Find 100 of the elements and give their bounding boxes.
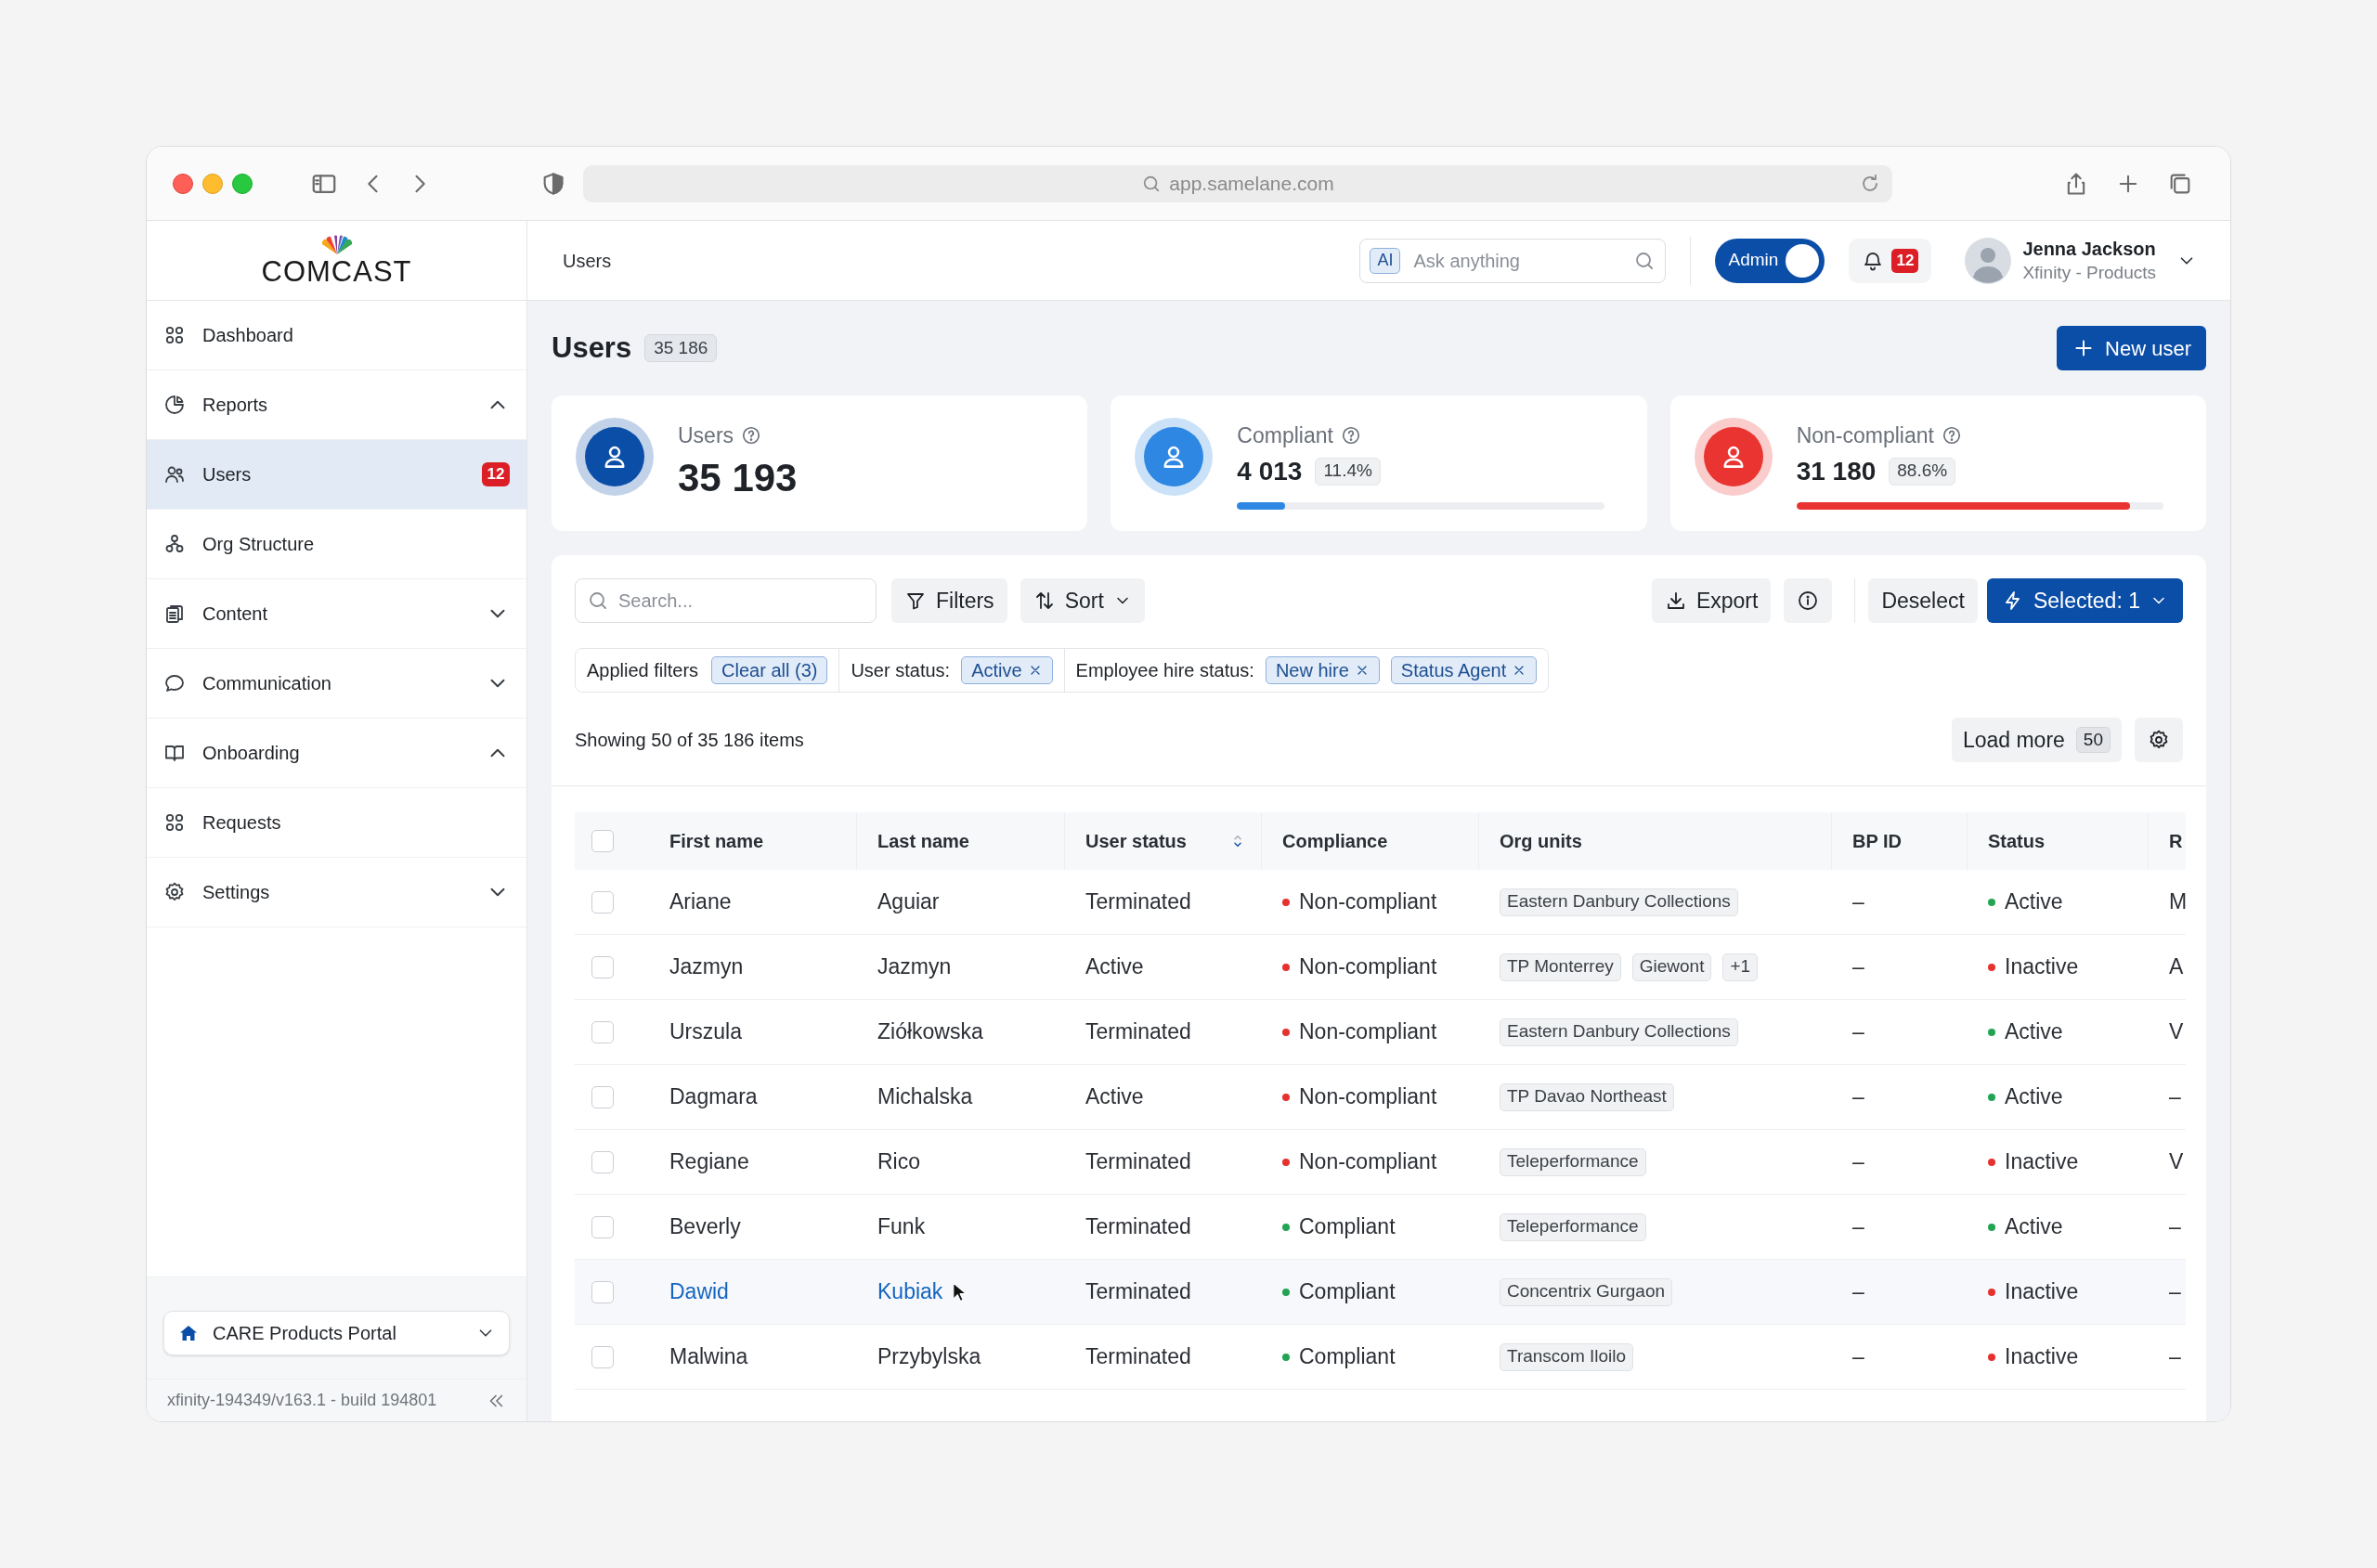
row-checkbox[interactable] [591,955,614,978]
column-header[interactable]: First name [669,827,764,855]
compliance-cell-text: Non-compliant [1299,1018,1437,1046]
column-header[interactable]: Last name [877,827,969,855]
table-cell-text: M [2169,888,2186,916]
search-field[interactable]: Search... [575,578,877,623]
admin-toggle[interactable]: Admin [1715,238,1825,283]
first-name-cell[interactable]: Regiane [669,1146,749,1178]
maximize-window-button[interactable] [232,173,253,194]
bp-id-cell-text: – [1852,1213,1864,1241]
compliance-cell-text: Compliant [1299,1278,1396,1306]
help-icon[interactable] [741,425,762,447]
notifications-button[interactable]: 12 [1849,238,1932,283]
breadcrumb: Users [563,249,612,273]
last-name-cell[interactable]: Aguiar [877,886,940,918]
ask-anything-field[interactable]: AI Ask anything [1359,238,1667,283]
row-checkbox[interactable] [591,1280,614,1303]
status-cell-text: Active [2005,1018,2063,1046]
stat-value: 31 180 [1796,455,1877,487]
status-cell-text: Inactive [2005,1343,2079,1371]
column-header[interactable]: Org units [1500,827,1582,855]
first-name-cell[interactable]: Beverly [669,1211,741,1243]
user-status-cell-text: Active [1085,953,1144,981]
ask-anything-field[interactable]: Ask anything [1413,246,1621,275]
info-icon [1797,590,1820,612]
first-name-cell[interactable]: Dagmara [669,1081,758,1113]
first-name-cell[interactable]: Urszula [669,1016,742,1048]
bp-id-cell-text: – [1852,1278,1864,1306]
export-button[interactable]: Export [1651,578,1772,623]
status-cell-text: Inactive [2005,1278,2079,1306]
row-checkbox[interactable] [591,1215,614,1238]
table-cell-text: – [2169,1213,2181,1241]
search-field[interactable]: Search... [618,587,864,615]
deselect-button[interactable]: Deselect [1868,578,1978,623]
user-organization: Xfinity - Products [2022,261,2156,284]
pie-chart-icon [163,394,186,416]
column-header[interactable]: Compliance [1282,827,1388,855]
column-header[interactable]: Status [1988,827,2046,855]
minimize-window-button[interactable] [202,173,223,194]
user-name: Jenna Jackson [2022,237,2156,261]
info-button[interactable] [1784,578,1833,623]
status-cell-text: Inactive [2005,953,2079,981]
row-checkbox[interactable] [591,1150,614,1173]
row-checkbox[interactable] [591,1345,614,1368]
settings-icon [163,881,186,903]
stat-title: Non-compliant [1796,422,1934,449]
portal-select[interactable]: CARE Products Portal [163,1311,510,1355]
filter-chip[interactable]: New hire [1265,656,1380,684]
org-unit-tag: Transcom Iloilo [1500,1342,1634,1371]
last-name-cell[interactable]: Michalska [877,1081,973,1113]
filter-chip[interactable]: Active [961,656,1053,684]
sort-button[interactable]: Sort [1020,578,1145,623]
first-name-cell[interactable]: Dawid [669,1276,729,1308]
column-header[interactable]: R [2169,827,2183,855]
load-more-button[interactable]: Load more 50 [1951,718,2122,762]
last-name-cell[interactable]: Kubiak [877,1276,943,1308]
compliance-cell-text: Non-compliant [1299,953,1437,981]
table-cell-text: – [2169,1278,2181,1306]
last-name-cell[interactable]: Jazmyn [877,951,952,983]
bp-id-cell-text: – [1852,1083,1864,1111]
column-header[interactable]: BP ID [1852,827,1902,855]
column-settings-button[interactable] [2135,718,2183,762]
last-name-cell[interactable]: Rico [877,1146,920,1178]
avatar[interactable] [1965,237,2012,284]
select-all-checkbox[interactable] [591,830,614,852]
items-count-text: Showing 50 of 35 186 items [575,729,804,752]
row-checkbox[interactable] [591,1020,614,1043]
help-icon[interactable] [1941,425,1962,447]
version-label: xfinity-194349/v163.1 - build 194801 [167,1390,437,1411]
row-checkbox[interactable] [591,890,614,914]
first-name-cell[interactable]: Malwina [669,1341,748,1373]
count-badge: 12 [482,462,510,486]
row-checkbox[interactable] [591,1085,614,1108]
clear-all-button[interactable]: Clear all (3) [711,656,828,684]
filters-button[interactable]: Filters [891,578,1007,623]
help-icon[interactable] [1340,425,1361,447]
compliance-cell-text: Compliant [1299,1213,1396,1241]
status-cell-text: Inactive [2005,1148,2079,1176]
first-name-cell[interactable]: Jazmyn [669,951,744,983]
percent-badge: 88.6% [1889,457,1956,486]
new-user-button[interactable]: New user [2057,326,2206,370]
selected-actions-button[interactable]: Selected: 1 [1986,578,2183,623]
grid-icon [163,811,186,834]
filter-chip[interactable]: Status Agent [1390,656,1538,684]
percent-badge: 11.4% [1315,457,1381,486]
close-window-button[interactable] [173,173,193,194]
stat-title: Compliant [1237,422,1333,449]
brand-logo: COMCAST [261,255,412,288]
sidebar-item[interactable]: Users 12 [147,440,526,510]
last-name-cell[interactable]: Przybylska [877,1341,981,1373]
settings-icon [2148,729,2170,751]
org-unit-tag: TP Davao Northeast [1500,1082,1674,1111]
user-status-cell-text: Terminated [1085,1343,1191,1371]
org-chart-icon [163,533,186,555]
count-badge: 35 186 [644,334,718,362]
last-name-cell[interactable]: Ziółkowska [877,1016,983,1048]
first-name-cell[interactable]: Ariane [669,886,732,918]
compliance-cell-text: Compliant [1299,1343,1396,1371]
column-header[interactable]: User status [1085,827,1187,855]
last-name-cell[interactable]: Funk [877,1211,926,1243]
